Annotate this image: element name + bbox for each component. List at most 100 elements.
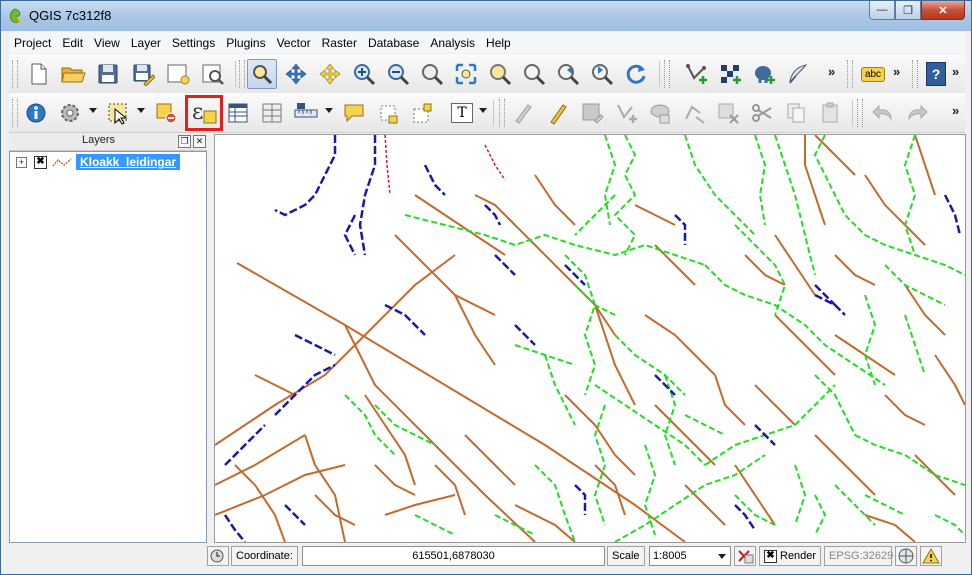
toolbar-overflow-chevron[interactable]: » bbox=[952, 103, 959, 118]
save-as-button[interactable] bbox=[128, 59, 158, 89]
zoom-to-layer-button[interactable] bbox=[485, 59, 515, 89]
menu-plugins[interactable]: Plugins bbox=[221, 36, 270, 50]
chevron-down-icon[interactable] bbox=[137, 108, 145, 113]
layer-item[interactable]: + ✖ Kloakk_leidingar bbox=[10, 154, 206, 170]
maximize-button[interactable]: ❐ bbox=[895, 1, 921, 20]
svg-text:ε: ε bbox=[192, 100, 203, 125]
messages-button[interactable] bbox=[920, 546, 942, 566]
refresh-button[interactable] bbox=[621, 59, 651, 89]
pan-map-button[interactable] bbox=[247, 59, 277, 89]
add-raster-layer-button[interactable] bbox=[715, 59, 745, 89]
crs-projection-button[interactable] bbox=[895, 546, 917, 566]
minimize-button[interactable]: — bbox=[869, 1, 895, 20]
map-canvas[interactable] bbox=[214, 134, 966, 543]
select-by-expression-button[interactable]: ε bbox=[185, 95, 223, 131]
refresh-icon bbox=[626, 64, 646, 84]
move-annotation-button[interactable] bbox=[407, 98, 437, 128]
label-tool-button[interactable]: abc bbox=[855, 59, 891, 89]
crs-status-button[interactable]: EPSG:32629 bbox=[824, 546, 893, 566]
delete-selected-button[interactable] bbox=[713, 98, 743, 128]
toggle-extents-button[interactable] bbox=[207, 546, 229, 566]
form-annotation-button[interactable] bbox=[373, 98, 403, 128]
zoom-next-button[interactable] bbox=[587, 59, 617, 89]
new-project-button[interactable] bbox=[23, 59, 53, 89]
run-feature-action-button[interactable] bbox=[55, 98, 85, 128]
add-vector-layer-button[interactable] bbox=[681, 59, 711, 89]
float-panel-button[interactable]: ❐ bbox=[178, 135, 191, 148]
select-features-button[interactable] bbox=[103, 98, 133, 128]
add-feature-button[interactable] bbox=[611, 98, 641, 128]
deselect-all-button[interactable] bbox=[151, 98, 181, 128]
text-annotation-bubble-button[interactable] bbox=[339, 98, 369, 128]
save-project-button[interactable] bbox=[93, 59, 123, 89]
redo-button[interactable] bbox=[902, 98, 932, 128]
close-button[interactable]: ✕ bbox=[921, 1, 965, 20]
menu-project[interactable]: Project bbox=[9, 36, 56, 50]
layer-visibility-checkbox[interactable]: ✖ bbox=[34, 156, 47, 169]
coordinate-field[interactable]: 615501,6878030 bbox=[302, 546, 605, 566]
add-postgis-layer-button[interactable] bbox=[749, 59, 779, 89]
title-bar[interactable]: QGIS 7c312f8 — ❐ ✕ bbox=[1, 1, 971, 31]
menu-edit[interactable]: Edit bbox=[57, 36, 88, 50]
zoom-actual-size-button[interactable] bbox=[417, 59, 447, 89]
help-button[interactable]: ? bbox=[921, 59, 951, 89]
toolbar-grip[interactable] bbox=[12, 60, 18, 88]
zoom-out-button[interactable] bbox=[383, 59, 413, 89]
menu-vector[interactable]: Vector bbox=[272, 36, 316, 50]
toolbar-grip[interactable] bbox=[847, 60, 853, 88]
menu-settings[interactable]: Settings bbox=[167, 36, 220, 50]
toolbar-grip[interactable] bbox=[912, 60, 918, 88]
toolbar-grip[interactable] bbox=[499, 99, 505, 127]
menu-raster[interactable]: Raster bbox=[317, 36, 362, 50]
toolbar-overflow-chevron[interactable]: » bbox=[893, 64, 900, 79]
current-edits-button[interactable] bbox=[509, 98, 539, 128]
cut-features-button[interactable] bbox=[747, 98, 777, 128]
text-annotation-button[interactable]: T bbox=[447, 98, 477, 128]
stop-render-button[interactable] bbox=[734, 546, 756, 566]
paste-features-button[interactable] bbox=[815, 98, 845, 128]
toolbar-overflow-chevron[interactable]: » bbox=[952, 64, 959, 79]
toolbar-overflow-chevron[interactable]: » bbox=[828, 64, 835, 79]
pan-to-selection-button[interactable] bbox=[281, 59, 311, 89]
render-checkbox[interactable]: ✖ bbox=[764, 550, 777, 563]
open-attribute-table-button[interactable] bbox=[223, 98, 253, 128]
identify-features-button[interactable] bbox=[21, 98, 51, 128]
toolbar-grip[interactable] bbox=[664, 60, 670, 88]
zoom-native-button[interactable] bbox=[519, 59, 549, 89]
close-panel-button[interactable]: ✕ bbox=[193, 135, 206, 148]
menu-layer[interactable]: Layer bbox=[126, 36, 166, 50]
toggle-editing-button[interactable] bbox=[543, 98, 573, 128]
render-toggle[interactable]: ✖ Render bbox=[759, 546, 821, 566]
zoom-in-button[interactable] bbox=[349, 59, 379, 89]
field-calculator-button[interactable] bbox=[257, 98, 287, 128]
chevron-down-icon[interactable] bbox=[325, 108, 333, 113]
zoom-to-selection-button[interactable] bbox=[315, 59, 345, 89]
menu-help[interactable]: Help bbox=[481, 36, 516, 50]
layer-name-label[interactable]: Kloakk_leidingar bbox=[76, 154, 181, 170]
chevron-down-icon[interactable] bbox=[479, 108, 487, 113]
gear-icon bbox=[61, 104, 79, 122]
layers-panel-header[interactable]: Layers ❐ ✕ bbox=[9, 133, 207, 151]
expand-layer-toggle[interactable]: + bbox=[16, 157, 27, 168]
composer-manager-button[interactable] bbox=[198, 59, 228, 89]
scale-combobox[interactable]: 1:8005 bbox=[649, 546, 731, 566]
pan-selection-icon bbox=[319, 63, 341, 85]
menu-database[interactable]: Database bbox=[363, 36, 424, 50]
toolbar-grip[interactable] bbox=[239, 60, 245, 88]
menu-analysis[interactable]: Analysis bbox=[425, 36, 480, 50]
zoom-full-button[interactable] bbox=[451, 59, 481, 89]
measure-line-button[interactable] bbox=[291, 98, 321, 128]
toolbar-grip[interactable] bbox=[857, 99, 863, 127]
save-layer-edits-button[interactable] bbox=[577, 98, 607, 128]
move-feature-button[interactable] bbox=[645, 98, 675, 128]
toolbar-grip[interactable] bbox=[12, 99, 18, 127]
new-print-composer-button[interactable] bbox=[163, 59, 193, 89]
zoom-last-button[interactable] bbox=[553, 59, 583, 89]
menu-view[interactable]: View bbox=[89, 36, 125, 50]
chevron-down-icon[interactable] bbox=[89, 108, 97, 113]
add-delimited-text-layer-button[interactable] bbox=[783, 59, 813, 89]
copy-features-button[interactable] bbox=[781, 98, 811, 128]
node-tool-button[interactable] bbox=[679, 98, 709, 128]
undo-button[interactable] bbox=[868, 98, 898, 128]
open-project-button[interactable] bbox=[58, 59, 88, 89]
